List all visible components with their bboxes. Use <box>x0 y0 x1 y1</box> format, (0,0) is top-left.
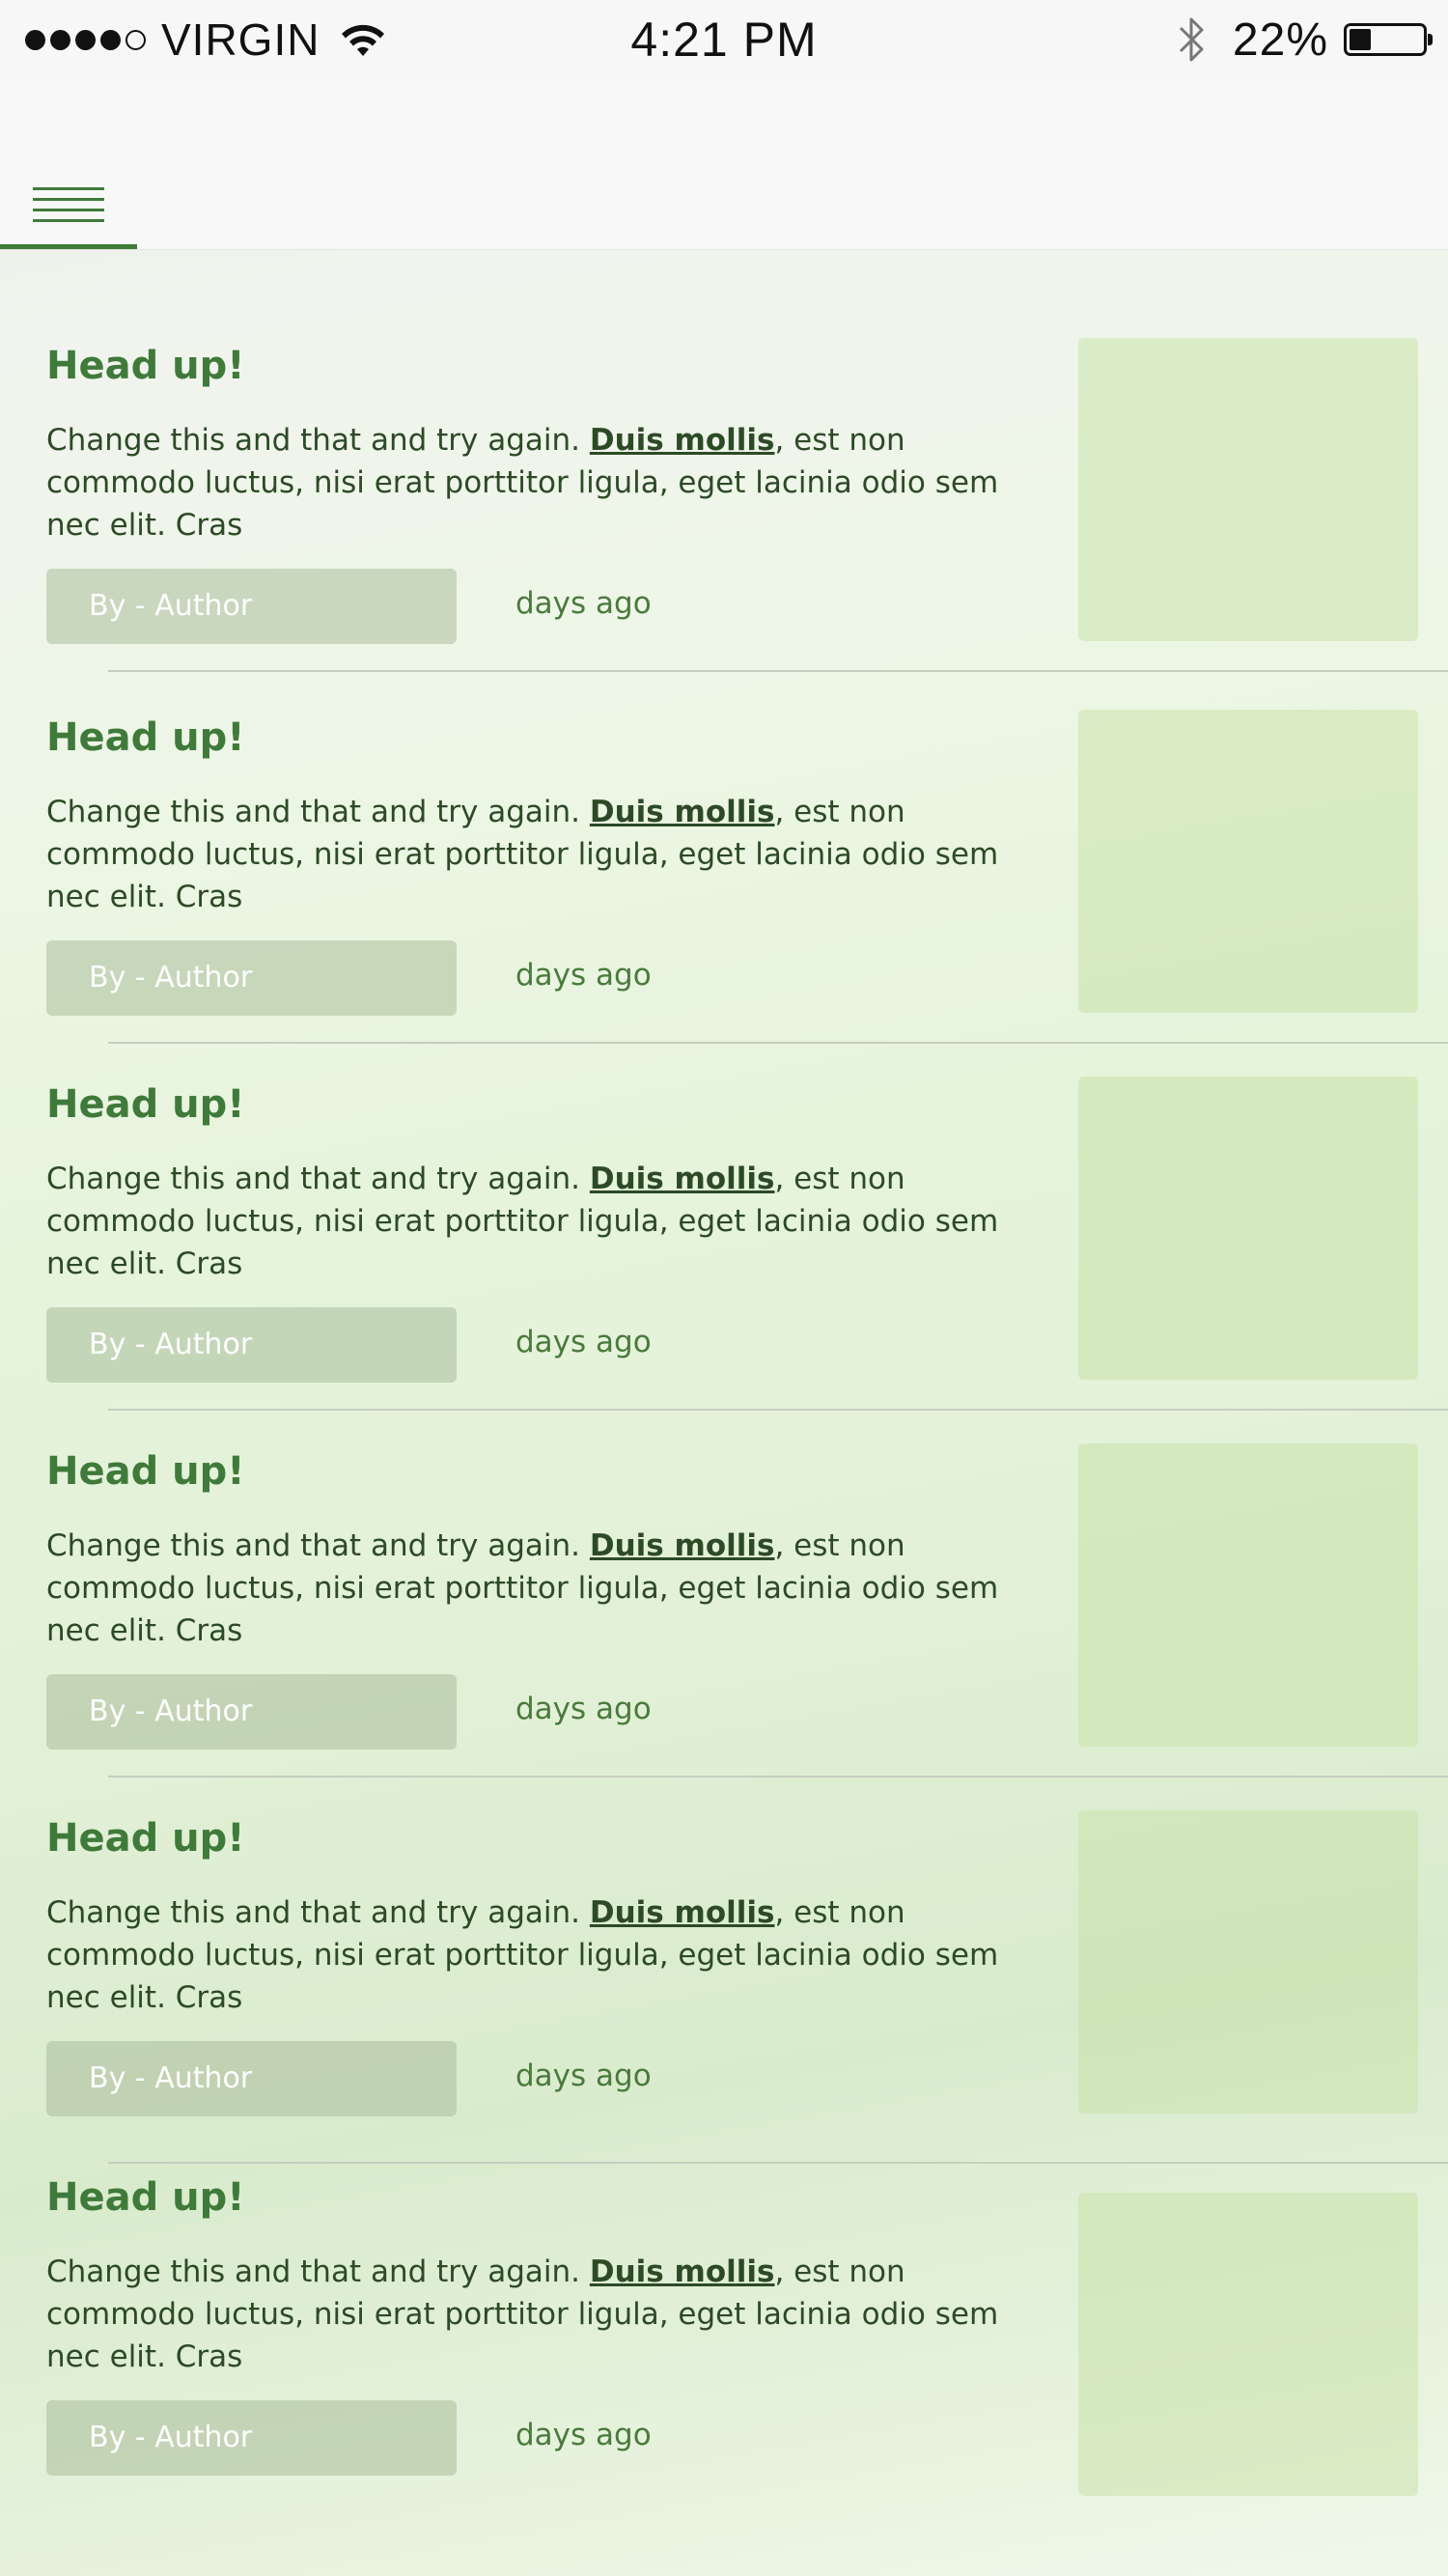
article-thumbnail[interactable] <box>1078 1810 1418 2114</box>
date-label: days ago <box>515 1325 652 1359</box>
article-title: Head up! <box>46 715 245 760</box>
menu-button[interactable] <box>0 170 137 249</box>
date-label: days ago <box>515 2418 652 2452</box>
author-button[interactable]: By - Author <box>46 1674 457 1750</box>
date-label: days ago <box>515 958 652 993</box>
divider <box>108 1042 1448 1044</box>
date-label: days ago <box>515 1692 652 1726</box>
author-button[interactable]: By - Author <box>46 940 457 1016</box>
article-excerpt: Change this and that and try again. Duis… <box>46 1891 1050 2019</box>
divider <box>108 1776 1448 1778</box>
article-link[interactable]: Duis mollis <box>590 1162 775 1196</box>
article-title: Head up! <box>46 2175 245 2220</box>
article-excerpt: Change this and that and try again. Duis… <box>46 1158 1050 1285</box>
excerpt-text: Change this and that and try again. <box>46 1895 590 1930</box>
excerpt-text: Change this and that and try again. <box>46 2254 590 2289</box>
divider <box>108 670 1448 672</box>
divider <box>108 2162 1448 2164</box>
bluetooth-icon <box>1179 17 1204 62</box>
article-title: Head up! <box>46 1082 245 1127</box>
excerpt-text: Change this and that and try again. <box>46 1162 590 1196</box>
article-thumbnail[interactable] <box>1078 338 1418 641</box>
article-thumbnail[interactable] <box>1078 1443 1418 1747</box>
article-title: Head up! <box>46 1449 245 1494</box>
date-label: days ago <box>515 586 652 621</box>
article-excerpt: Change this and that and try again. Duis… <box>46 791 1050 918</box>
article-thumbnail[interactable] <box>1078 1077 1418 1380</box>
battery-icon <box>1344 23 1433 56</box>
article-link[interactable]: Duis mollis <box>590 795 775 829</box>
article-thumbnail[interactable] <box>1078 710 1418 1013</box>
article-excerpt: Change this and that and try again. Duis… <box>46 419 1050 546</box>
excerpt-text: Change this and that and try again. <box>46 795 590 829</box>
article-link[interactable]: Duis mollis <box>590 1528 775 1563</box>
article-title: Head up! <box>46 1816 245 1861</box>
article-thumbnail[interactable] <box>1078 2193 1418 2496</box>
battery-percent: 22% <box>1232 14 1328 66</box>
author-button[interactable]: By - Author <box>46 2400 457 2476</box>
article-title: Head up! <box>46 344 245 388</box>
status-bar: VIRGIN 4:21 PM 22% <box>0 0 1448 77</box>
article-excerpt: Change this and that and try again. Duis… <box>46 1525 1050 1652</box>
excerpt-text: Change this and that and try again. <box>46 1528 590 1563</box>
divider <box>108 1409 1448 1411</box>
article-link[interactable]: Duis mollis <box>590 1895 775 1930</box>
article-link[interactable]: Duis mollis <box>590 423 775 458</box>
author-button[interactable]: By - Author <box>46 569 457 644</box>
battery-fill <box>1350 29 1371 50</box>
author-button[interactable]: By - Author <box>46 1307 457 1383</box>
status-right: 22% <box>1177 12 1433 68</box>
excerpt-text: Change this and that and try again. <box>46 423 590 458</box>
nav-bar <box>0 77 1448 250</box>
hamburger-menu-icon <box>33 187 104 230</box>
date-label: days ago <box>515 2058 652 2093</box>
author-button[interactable]: By - Author <box>46 2041 457 2116</box>
article-excerpt: Change this and that and try again. Duis… <box>46 2251 1050 2378</box>
article-link[interactable]: Duis mollis <box>590 2254 775 2289</box>
